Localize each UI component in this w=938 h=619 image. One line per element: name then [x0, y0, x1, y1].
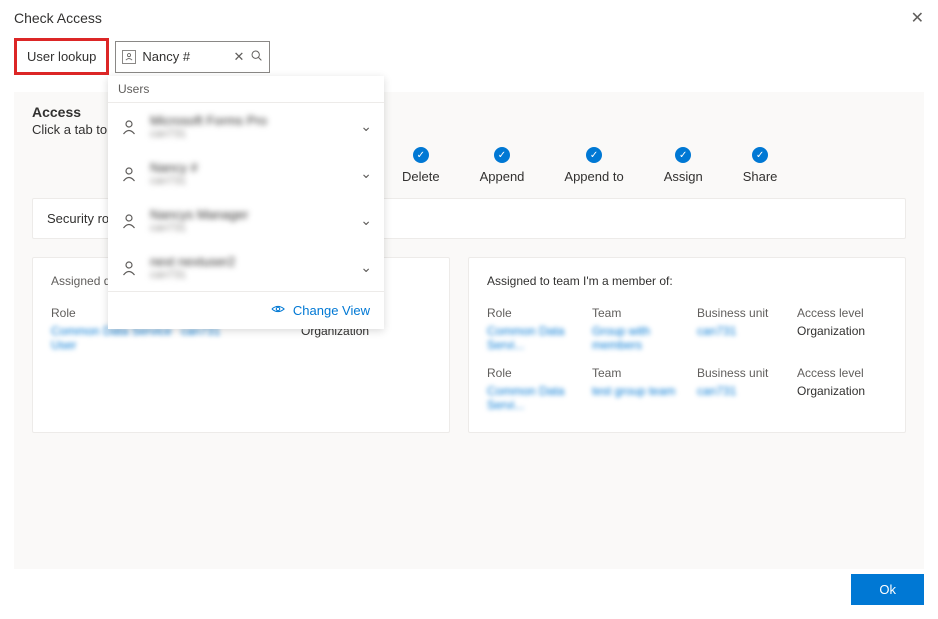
col-team: Team — [592, 366, 697, 380]
person-icon — [120, 259, 138, 277]
permissions-row: ✓ Delete ✓ Append ✓ Append to ✓ Assign ✓… — [402, 147, 906, 184]
permission-append: ✓ Append — [480, 147, 525, 184]
check-icon: ✓ — [413, 147, 429, 163]
role-link[interactable]: Common Data Servi... — [487, 384, 592, 412]
col-business-unit: Business unit — [697, 366, 797, 380]
access-level-value: Organization — [797, 324, 887, 352]
change-view-link[interactable]: Change View — [293, 303, 370, 318]
item-sub: can731 — [150, 128, 348, 140]
chevron-down-icon[interactable]: ⌄ — [360, 259, 372, 276]
view-icon — [271, 302, 285, 319]
col-team: Team — [592, 306, 697, 320]
dropdown-section-label: Users — [108, 76, 384, 103]
card-title: Assigned to team I'm a member of: — [487, 274, 887, 288]
col-access-level: Access level — [797, 366, 887, 380]
assigned-team-card: Assigned to team I'm a member of: Role T… — [468, 257, 906, 433]
permission-label: Append — [480, 169, 525, 184]
dropdown-list[interactable]: Microsoft Forms Pro can731 ⌄ Nancy # can… — [108, 103, 384, 291]
col-business-unit: Business unit — [697, 306, 797, 320]
lookup-chip-text: Nancy # — [142, 49, 227, 64]
list-item[interactable]: Nancy # can731 ⌄ — [108, 150, 384, 197]
item-sub: can731 — [150, 269, 348, 281]
list-item[interactable]: Nancys Manager can731 ⌄ — [108, 197, 384, 244]
permission-label: Assign — [664, 169, 703, 184]
clear-chip-icon[interactable]: ✕ — [233, 49, 244, 65]
permission-share: ✓ Share — [743, 147, 778, 184]
check-icon: ✓ — [494, 147, 510, 163]
user-lookup-input[interactable]: Nancy # ✕ — [115, 41, 270, 73]
dropdown-footer: Change View — [108, 291, 384, 329]
entity-icon — [122, 50, 136, 64]
list-item[interactable]: next nextuser2 can731 ⌄ — [108, 244, 384, 291]
col-role: Role — [487, 306, 592, 320]
search-icon[interactable] — [250, 49, 263, 65]
item-sub: can731 — [150, 175, 348, 187]
user-lookup-dropdown: Users Microsoft Forms Pro can731 ⌄ Nancy… — [108, 76, 384, 329]
permission-label: Append to — [564, 169, 623, 184]
bu-link[interactable]: can731 — [697, 324, 797, 352]
access-level-value: Organization — [797, 384, 887, 412]
list-item[interactable]: Microsoft Forms Pro can731 ⌄ — [108, 103, 384, 150]
item-name: Microsoft Forms Pro — [150, 113, 348, 128]
ok-button[interactable]: Ok — [851, 574, 924, 605]
permission-label: Share — [743, 169, 778, 184]
chevron-down-icon[interactable]: ⌄ — [360, 118, 372, 135]
user-lookup-label: User lookup — [14, 38, 109, 75]
person-icon — [120, 165, 138, 183]
team-link[interactable]: Group with members — [592, 324, 697, 352]
check-icon: ✓ — [752, 147, 768, 163]
role-link[interactable]: Common Data Servi... — [487, 324, 592, 352]
item-name: next nextuser2 — [150, 254, 348, 269]
team-link[interactable]: test group team — [592, 384, 697, 412]
col-role: Role — [487, 366, 592, 380]
tab-security-roles[interactable]: Security rol — [47, 211, 112, 226]
close-icon[interactable]: ✕ — [911, 8, 924, 28]
person-icon — [120, 118, 138, 136]
check-icon: ✓ — [586, 147, 602, 163]
bu-link[interactable]: can731 — [697, 384, 797, 412]
dialog-title: Check Access — [14, 10, 102, 26]
item-name: Nancy # — [150, 160, 348, 175]
item-name: Nancys Manager — [150, 207, 348, 222]
permission-append-to: ✓ Append to — [564, 147, 623, 184]
person-icon — [120, 212, 138, 230]
permission-assign: ✓ Assign — [664, 147, 703, 184]
chevron-down-icon[interactable]: ⌄ — [360, 165, 372, 182]
permission-delete: ✓ Delete — [402, 147, 440, 184]
col-access-level: Access level — [797, 306, 887, 320]
check-icon: ✓ — [675, 147, 691, 163]
permission-label: Delete — [402, 169, 440, 184]
item-sub: can731 — [150, 222, 348, 234]
chevron-down-icon[interactable]: ⌄ — [360, 212, 372, 229]
